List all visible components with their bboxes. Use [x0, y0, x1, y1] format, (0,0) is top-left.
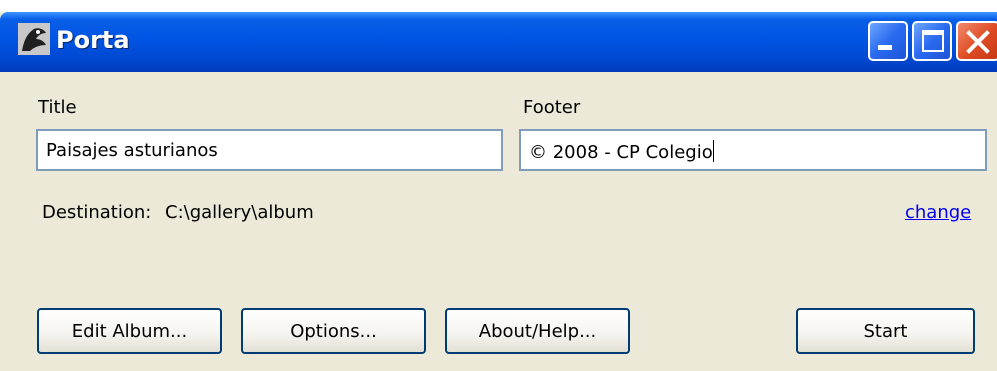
about-help-button[interactable]: About/Help... — [445, 308, 630, 354]
start-button[interactable]: Start — [796, 308, 975, 354]
minimize-icon — [878, 45, 892, 50]
window-title: Porta — [56, 26, 130, 54]
footer-input-text: © 2008 - CP Colegio — [529, 142, 713, 163]
title-input[interactable]: Paisajes asturianos — [36, 129, 503, 171]
maximize-button[interactable] — [912, 21, 952, 61]
text-caret — [712, 140, 714, 162]
app-window: Porta Title Paisajes asturianos Footer ©… — [0, 12, 997, 371]
app-icon — [18, 23, 50, 55]
title-label: Title — [38, 97, 77, 118]
minimize-button[interactable] — [868, 21, 908, 61]
destination-label: Destination: — [42, 202, 152, 223]
close-icon — [966, 30, 990, 54]
destination-path: C:\gallery\album — [165, 202, 314, 223]
close-button[interactable] — [956, 21, 997, 61]
change-destination-link[interactable]: change — [905, 202, 971, 223]
footer-input[interactable]: © 2008 - CP Colegio — [519, 129, 987, 171]
title-bar[interactable]: Porta — [0, 12, 997, 72]
options-button[interactable]: Options... — [241, 308, 426, 354]
maximize-icon — [922, 30, 944, 52]
edit-album-button[interactable]: Edit Album... — [37, 308, 222, 354]
footer-label: Footer — [523, 97, 581, 118]
